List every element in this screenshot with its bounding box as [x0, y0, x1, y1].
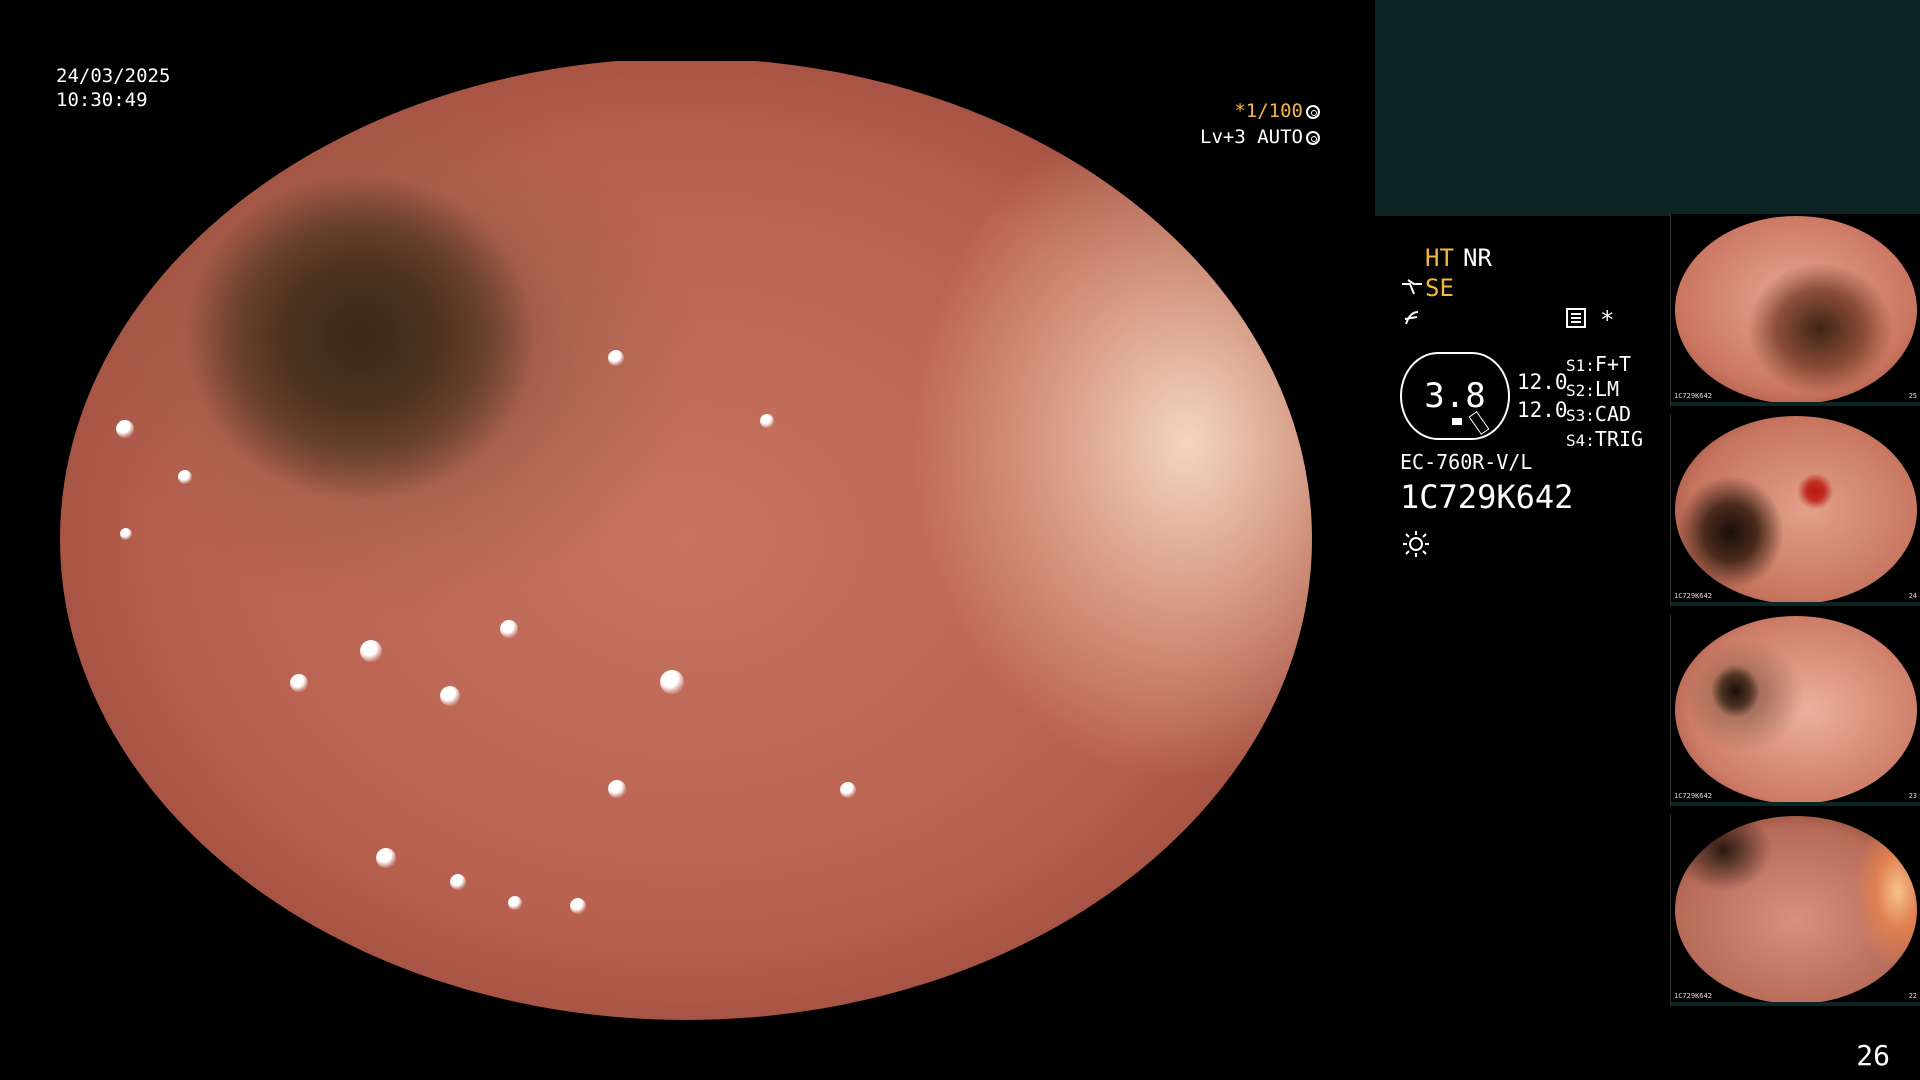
s1-value: F+T: [1594, 352, 1632, 376]
thumbnail-bar: [1671, 402, 1920, 406]
value-1: 12.0: [1517, 370, 1568, 394]
se-label: SE: [1425, 274, 1454, 302]
reflection: [660, 670, 684, 694]
s4-value: TRIG: [1594, 427, 1644, 451]
thumbnail-number: 24: [1908, 592, 1917, 600]
thumbnail-capture[interactable]: 1C729K642 24: [1670, 414, 1920, 606]
thumbnail-number: 23: [1908, 792, 1917, 800]
shutter-value: 1/100: [1245, 100, 1303, 122]
thumbnail-label: 1C729K642: [1674, 592, 1712, 600]
reflection: [450, 874, 466, 890]
s2-value: LM: [1594, 377, 1619, 401]
thumbnail-image: [1675, 216, 1917, 404]
reflection: [500, 620, 518, 638]
thumbnail-capture[interactable]: 1C729K642 22: [1670, 814, 1920, 1006]
shutter-prefix: *: [1234, 100, 1246, 122]
reflection: [120, 528, 132, 540]
reflection: [360, 640, 382, 662]
scope-serial: 1C729K642: [1400, 478, 1574, 516]
thumbnail-label: 1C729K642: [1674, 792, 1712, 800]
zoom-badge: 3.8: [1400, 352, 1510, 440]
reflection: [760, 414, 774, 428]
scope-model: EC-760R-V/L: [1400, 450, 1533, 474]
badge-indicator: [1452, 418, 1462, 425]
time-text: 10:30:49: [56, 89, 148, 111]
reflection: [440, 686, 460, 706]
shutter-icon: [1306, 105, 1320, 119]
thumbnail-label: 1C729K642: [1674, 392, 1712, 400]
s1-label: S1:: [1566, 356, 1595, 375]
s3-value: CAD: [1594, 402, 1632, 426]
settings-list-icon: [1566, 308, 1586, 328]
s2-label: S2:: [1566, 381, 1595, 400]
reflection: [570, 898, 586, 914]
value-2: 12.0: [1517, 398, 1568, 422]
level-value: Lv+3 AUTO: [1200, 126, 1303, 148]
auto-exposure-icon: [1306, 131, 1320, 145]
reflection: [508, 896, 522, 910]
thumbnail-number: 22: [1908, 992, 1917, 1000]
thumbnail-capture[interactable]: 1C729K642 23: [1670, 614, 1920, 806]
date-text: 24/03/2025: [56, 65, 171, 87]
reflection: [290, 674, 308, 692]
exposure-readout: *1/100 Lv+3 AUTO: [1190, 98, 1320, 150]
panel-header-area: [1375, 0, 1920, 216]
s4-label: S4:: [1566, 431, 1595, 450]
reflection: [608, 780, 626, 798]
thumbnail-bar: [1671, 602, 1920, 606]
fn-icon: [1404, 311, 1419, 325]
asterisk-indicator: *: [1600, 306, 1615, 334]
thumbnail-label: 1C729K642: [1674, 992, 1712, 1000]
image-counter: 26: [1856, 1039, 1890, 1072]
badge-value: 3.8: [1424, 376, 1486, 416]
reflection: [608, 350, 624, 366]
light-sun-icon: [1403, 531, 1429, 557]
s3-label: S3:: [1566, 406, 1595, 425]
thumbnail-capture[interactable]: 1C729K642 25: [1670, 214, 1920, 406]
reflection: [116, 420, 134, 438]
reflection: [376, 848, 396, 868]
thumbnail-image: [1675, 416, 1917, 604]
endoscope-live-view: [60, 61, 1312, 1020]
reflection: [178, 470, 192, 484]
reflection: [840, 782, 856, 798]
thumbnail-image: [1675, 616, 1917, 804]
scope-bend-icon: [1402, 279, 1422, 295]
thumbnail-image: [1675, 816, 1917, 1004]
nr-label: NR: [1463, 244, 1492, 272]
thumbnail-bar: [1671, 1002, 1920, 1006]
thumbnail-number: 25: [1908, 392, 1917, 400]
date-time-readout: 24/03/2025 10:30:49: [56, 64, 170, 112]
thumbnail-bar: [1671, 802, 1920, 806]
ht-label: HT: [1425, 244, 1454, 272]
